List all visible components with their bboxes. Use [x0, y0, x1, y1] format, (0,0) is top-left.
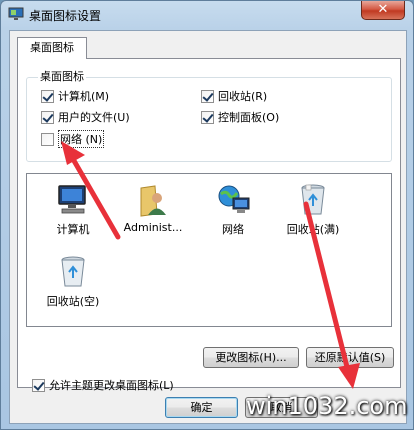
shortcut-key: (R)	[251, 89, 268, 103]
icon-label: 回收站(空)	[46, 295, 100, 308]
checkbox[interactable]	[201, 110, 214, 124]
window-title: 桌面图标设置	[29, 9, 102, 23]
checkbox-recycle-bin[interactable]: 回收站 (R)	[201, 88, 267, 104]
list-item[interactable]: 回收站(空)	[35, 254, 111, 309]
restore-default-button[interactable]: 还原默认值(S)	[306, 347, 394, 368]
checkbox-user-files[interactable]: 用户的文件 (U)	[41, 109, 130, 125]
checkbox-label: 网络	[60, 133, 82, 146]
ok-button[interactable]: 确定	[165, 397, 238, 418]
icon-label: 回收站(满)	[286, 223, 340, 236]
shortcut-key: (M)	[91, 89, 110, 103]
checkbox-label: 回收站	[218, 90, 251, 103]
list-item[interactable]: 计算机	[35, 182, 111, 237]
user-folder-icon	[140, 185, 166, 217]
close-button[interactable]: ✕	[361, 1, 405, 20]
dialog-body: 桌面图标 桌面图标 计算机 (M) 回收站 (R) 用户的文件 (U) 控制面板…	[9, 30, 407, 424]
list-item[interactable]: 网络	[195, 182, 271, 237]
icon-label: 网络	[222, 223, 244, 236]
shortcut-key: (O)	[262, 110, 280, 124]
tab-panel: 桌面图标 计算机 (M) 回收站 (R) 用户的文件 (U) 控制面板 (O)	[17, 58, 401, 392]
shortcut-key: (N)	[85, 133, 103, 146]
tab-desktop-icons[interactable]: 桌面图标	[17, 37, 87, 59]
list-item[interactable]: Administ...	[115, 182, 191, 234]
change-icon-button[interactable]: 更改图标(H)...	[203, 347, 299, 368]
recycle-bin-empty-icon	[61, 256, 85, 287]
checkbox[interactable]	[41, 132, 54, 146]
checkbox[interactable]	[41, 110, 54, 124]
checkbox-label: 允许主题更改桌面图标(L)	[49, 379, 174, 392]
display-settings-icon	[8, 7, 24, 20]
checkbox-network[interactable]: 网络 (N)	[41, 130, 105, 148]
title-bar[interactable]: 桌面图标设置 ✕	[1, 1, 413, 29]
checkbox[interactable]	[201, 89, 214, 103]
focus-rect: 网络 (N)	[58, 130, 105, 148]
checkbox-label: 控制面板	[218, 111, 262, 124]
network-icon	[218, 185, 250, 213]
checkbox-label: 计算机	[58, 90, 91, 103]
group-label: 桌面图标	[38, 68, 86, 84]
checkbox-control-panel[interactable]: 控制面板 (O)	[201, 109, 279, 125]
icon-label: 计算机	[56, 223, 90, 236]
watermark-text: win1032.com	[246, 392, 408, 420]
recycle-bin-full-icon	[301, 184, 325, 215]
icon-label: Administ...	[123, 221, 183, 234]
checkbox-computer[interactable]: 计算机 (M)	[41, 88, 109, 104]
icon-list: 计算机 Administ... 网络 回收站(满) 回收站(空)	[26, 173, 392, 327]
checkbox-label: 用户的文件	[58, 111, 113, 124]
dialog-window: 桌面图标设置 ✕ 桌面图标 桌面图标 计算机 (M) 回收站 (R) 用户的文件…	[0, 0, 414, 430]
list-item[interactable]: 回收站(满)	[275, 182, 351, 237]
checkbox[interactable]	[32, 378, 45, 392]
checkbox[interactable]	[41, 89, 54, 103]
shortcut-key: (U)	[113, 110, 130, 124]
computer-icon	[58, 185, 86, 214]
checkbox-allow-themes[interactable]: 允许主题更改桌面图标(L)	[32, 377, 174, 393]
